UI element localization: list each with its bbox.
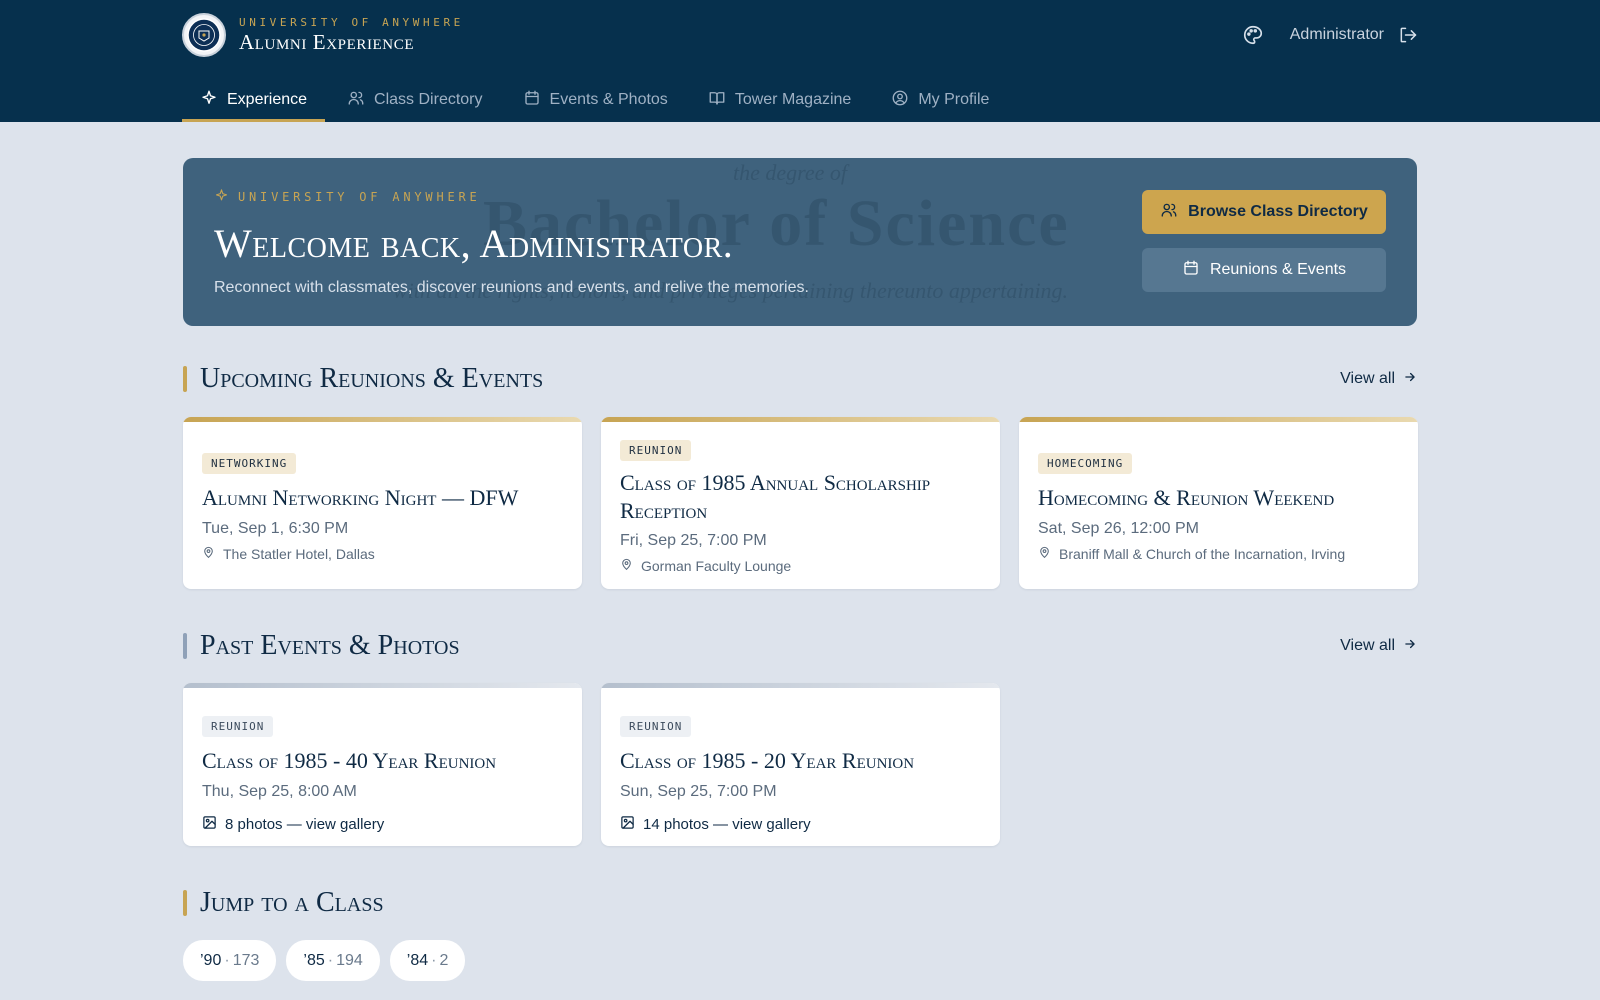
section-title: Past Events & Photos <box>200 630 460 661</box>
logout-icon[interactable] <box>1398 25 1418 45</box>
class-chip[interactable]: ’90 · 173 <box>183 940 277 981</box>
view-all-past-link[interactable]: View all <box>1340 637 1417 656</box>
users-icon <box>347 89 365 112</box>
hero-title: Welcome back, Administrator. <box>214 221 734 266</box>
class-chip[interactable]: ’85 · 194 <box>286 940 380 981</box>
section-accent <box>183 366 187 392</box>
tab-class-directory[interactable]: Class Directory <box>329 78 500 122</box>
event-tag: Networking <box>202 453 297 474</box>
photo-count: 14 photos — view gallery <box>643 815 811 833</box>
tab-label: Events & Photos <box>549 91 668 108</box>
calendar-icon <box>523 89 541 112</box>
section-title: Jump to a Class <box>200 887 384 918</box>
calendar-icon <box>1182 259 1200 282</box>
view-all-upcoming-link[interactable]: View all <box>1340 370 1417 389</box>
tab-label: Tower Magazine <box>734 91 852 108</box>
user-name[interactable]: Administrator <box>1290 26 1384 44</box>
sparkle-icon <box>200 89 218 112</box>
photo-count: 8 photos — view gallery <box>225 815 385 833</box>
event-tag: Homecoming <box>1038 453 1133 474</box>
map-pin-icon <box>620 558 633 574</box>
event-location: Gorman Faculty Lounge <box>641 558 792 574</box>
tab-events-photos[interactable]: Events & Photos <box>505 78 686 122</box>
section-accent <box>183 633 187 659</box>
tab-experience[interactable]: Experience <box>182 78 326 122</box>
image-icon <box>202 815 217 834</box>
past-section-header: Past Events & Photos View all <box>183 630 1417 661</box>
class-count: 173 <box>232 951 260 969</box>
university-seal-icon <box>182 13 226 57</box>
class-year: ’90 <box>200 951 222 969</box>
tab-label: Class Directory <box>374 91 483 108</box>
event-location: Braniff Mall & Church of the Incarnation… <box>1059 545 1346 562</box>
class-year: ’85 <box>303 951 325 969</box>
view-gallery-link[interactable]: 8 photos — view gallery <box>202 815 563 834</box>
event-card[interactable]: Reunion Class of 1985 Annual Scholarship… <box>601 417 1000 589</box>
book-icon <box>708 89 726 112</box>
users-icon <box>1160 201 1178 224</box>
event-title: Homecoming & Reunion Weekend <box>1038 485 1335 510</box>
class-chip[interactable]: ’84 · 2 <box>389 940 466 981</box>
class-count: 194 <box>336 951 363 969</box>
chip-separator: · <box>327 951 334 969</box>
tab-tower-magazine[interactable]: Tower Magazine <box>690 78 870 122</box>
event-date: Tue, Sep 1, 6:30 PM <box>202 519 349 537</box>
hero-kicker: University of Anywhere <box>214 188 809 206</box>
event-date: Thu, Sep 25, 8:00 AM <box>202 782 357 800</box>
watermark-line: the degree of <box>733 160 848 185</box>
event-date: Sat, Sep 26, 12:00 PM <box>1038 519 1199 537</box>
browse-class-directory-button[interactable]: Browse Class Directory <box>1142 190 1386 234</box>
event-tag: Reunion <box>620 716 692 737</box>
link-label: View all <box>1340 637 1395 654</box>
past-event-card[interactable]: Reunion Class of 1985 - 20 Year Reunion … <box>601 683 1000 846</box>
section-title: Upcoming Reunions & Events <box>200 363 544 394</box>
event-title: Class of 1985 - 40 Year Reunion <box>202 748 497 773</box>
section-accent <box>183 890 187 916</box>
chip-separator: · <box>431 951 437 969</box>
palette-icon[interactable] <box>1242 24 1264 46</box>
event-title: Class of 1985 - 20 Year Reunion <box>620 748 915 773</box>
event-location: The Statler Hotel, Dallas <box>223 545 375 562</box>
arrow-right-icon <box>1403 637 1417 656</box>
event-tag: Reunion <box>202 716 274 737</box>
event-date: Sun, Sep 25, 7:00 PM <box>620 782 777 800</box>
event-tag: Reunion <box>620 440 692 461</box>
image-icon <box>620 815 635 834</box>
sparkle-icon <box>214 188 229 206</box>
upcoming-section-header: Upcoming Reunions & Events View all <box>183 363 1417 394</box>
past-event-card[interactable]: Reunion Class of 1985 - 40 Year Reunion … <box>183 683 582 846</box>
class-count: 2 <box>439 951 449 969</box>
event-date: Fri, Sep 25, 7:00 PM <box>620 532 767 549</box>
jump-section-header: Jump to a Class <box>183 887 1417 918</box>
tab-label: Experience <box>227 91 308 108</box>
hero-subtitle: Reconnect with classmates, discover reun… <box>214 279 809 296</box>
view-gallery-link[interactable]: 14 photos — view gallery <box>620 815 981 834</box>
button-label: Browse Class Directory <box>1188 203 1368 220</box>
brand-title: Alumni Experience <box>239 29 415 54</box>
reunions-events-button[interactable]: Reunions & Events <box>1142 248 1386 292</box>
chip-separator: · <box>224 951 230 969</box>
top-header: University of Anywhere Alumni Experience… <box>0 0 1600 122</box>
link-label: View all <box>1340 370 1395 387</box>
main-nav: Experience Class Directory Events & Phot… <box>182 78 1011 122</box>
welcome-hero: the degree of Bachelor of Science with a… <box>183 158 1417 326</box>
tab-label: My Profile <box>918 91 990 108</box>
tab-my-profile[interactable]: My Profile <box>873 78 1007 122</box>
event-title: Alumni Networking Night — DFW <box>202 485 519 510</box>
user-circle-icon <box>891 89 909 112</box>
button-label: Reunions & Events <box>1209 261 1347 278</box>
class-year-chips: ’90 · 173 ’85 · 194 ’84 · 2 <box>183 940 466 981</box>
brand[interactable]: University of Anywhere Alumni Experience <box>182 13 464 57</box>
class-year: ’84 <box>406 951 429 969</box>
brand-kicker: University of Anywhere <box>239 15 464 29</box>
map-pin-icon <box>202 546 215 562</box>
event-card[interactable]: Networking Alumni Networking Night — DFW… <box>183 417 582 589</box>
event-card[interactable]: Homecoming Homecoming & Reunion Weekend … <box>1019 417 1418 589</box>
hero-kicker-text: University of Anywhere <box>238 190 481 204</box>
map-pin-icon <box>1038 546 1051 562</box>
arrow-right-icon <box>1403 370 1417 389</box>
event-title: Class of 1985 Annual Scholarship Recepti… <box>620 470 931 523</box>
